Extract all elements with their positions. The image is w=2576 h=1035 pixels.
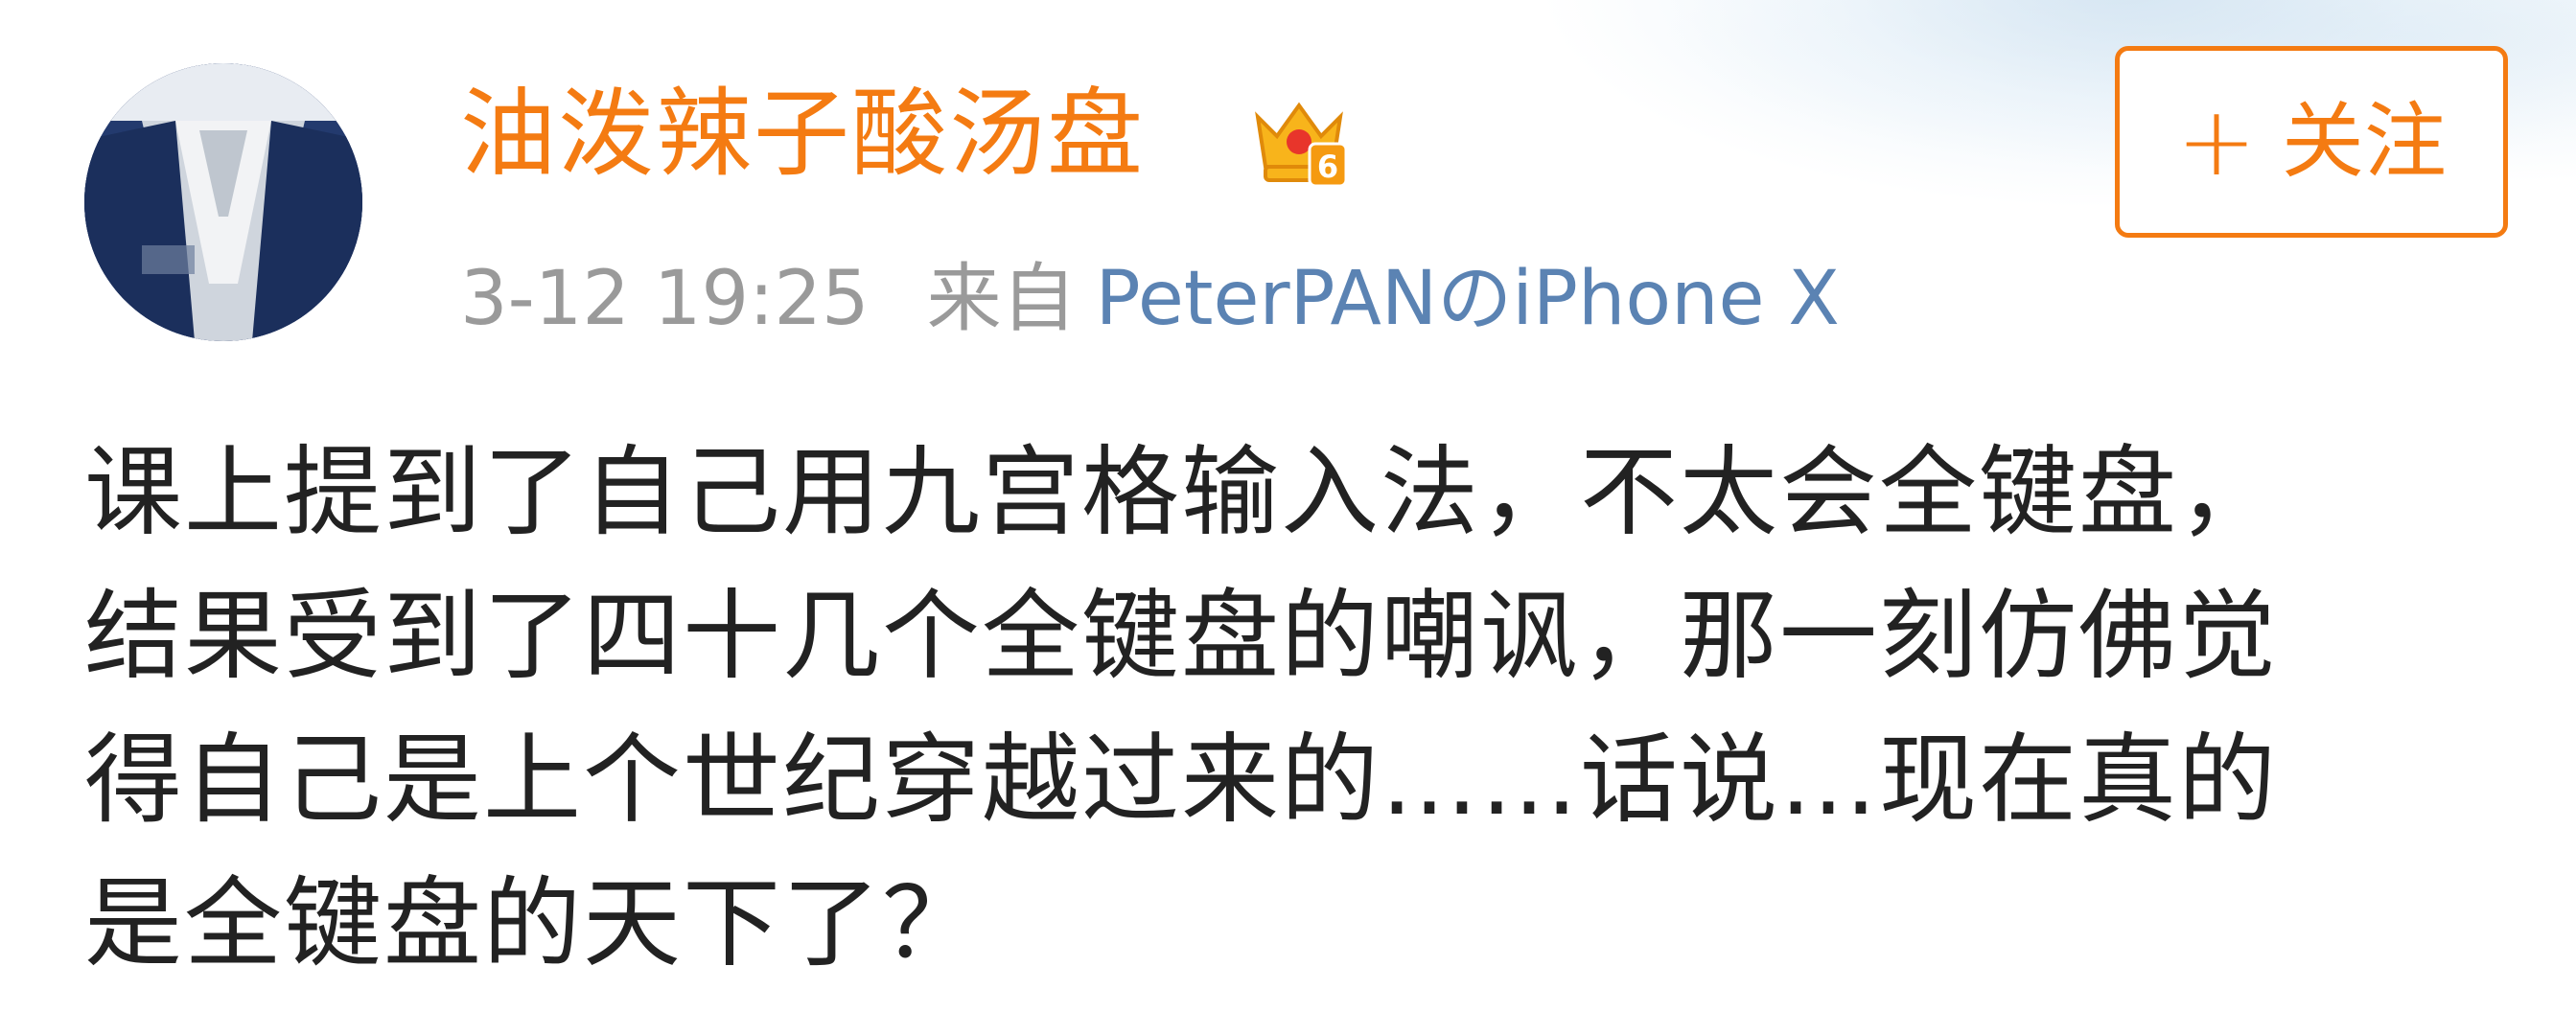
post-meta: 3-12 19:25 来自 PeterPANのiPhone X bbox=[460, 251, 1840, 347]
post-text-line: 是全键盘的天下了？ bbox=[84, 867, 982, 981]
post-body-text: 课上提到了自己用九宫格输入法，不太会全键盘， 结果受到了四十几个全键盘的嘲讽，那… bbox=[84, 422, 2539, 997]
avatar[interactable] bbox=[84, 63, 362, 341]
crown-vip-icon[interactable]: 6 bbox=[1246, 88, 1352, 194]
badge-level: 6 bbox=[1317, 149, 1338, 185]
plus-icon: + bbox=[2176, 85, 2257, 197]
post-text-line: 得自己是上个世纪穿越过来的……话说…现在真的 bbox=[84, 724, 2278, 838]
source-prefix: 来自 bbox=[926, 256, 1077, 342]
source-device-link[interactable]: PeterPANのiPhone X bbox=[1096, 256, 1840, 342]
post-timestamp: 3-12 19:25 bbox=[460, 256, 870, 342]
post-text-line: 课上提到了自己用九宫格输入法，不太会全键盘， bbox=[84, 436, 2278, 550]
follow-label: 关注 bbox=[2281, 94, 2447, 190]
weibo-post-card: 油泼辣子酸汤盘 6 + 关注 3-12 19:25 来自 PeterPANのiPho… bbox=[0, 0, 2576, 1035]
follow-button[interactable]: + 关注 bbox=[2115, 46, 2508, 238]
post-text-line: 结果受到了四十几个全键盘的嘲讽，那一刻仿佛觉 bbox=[84, 580, 2278, 694]
username[interactable]: 油泼辣子酸汤盘 bbox=[460, 77, 1145, 192]
